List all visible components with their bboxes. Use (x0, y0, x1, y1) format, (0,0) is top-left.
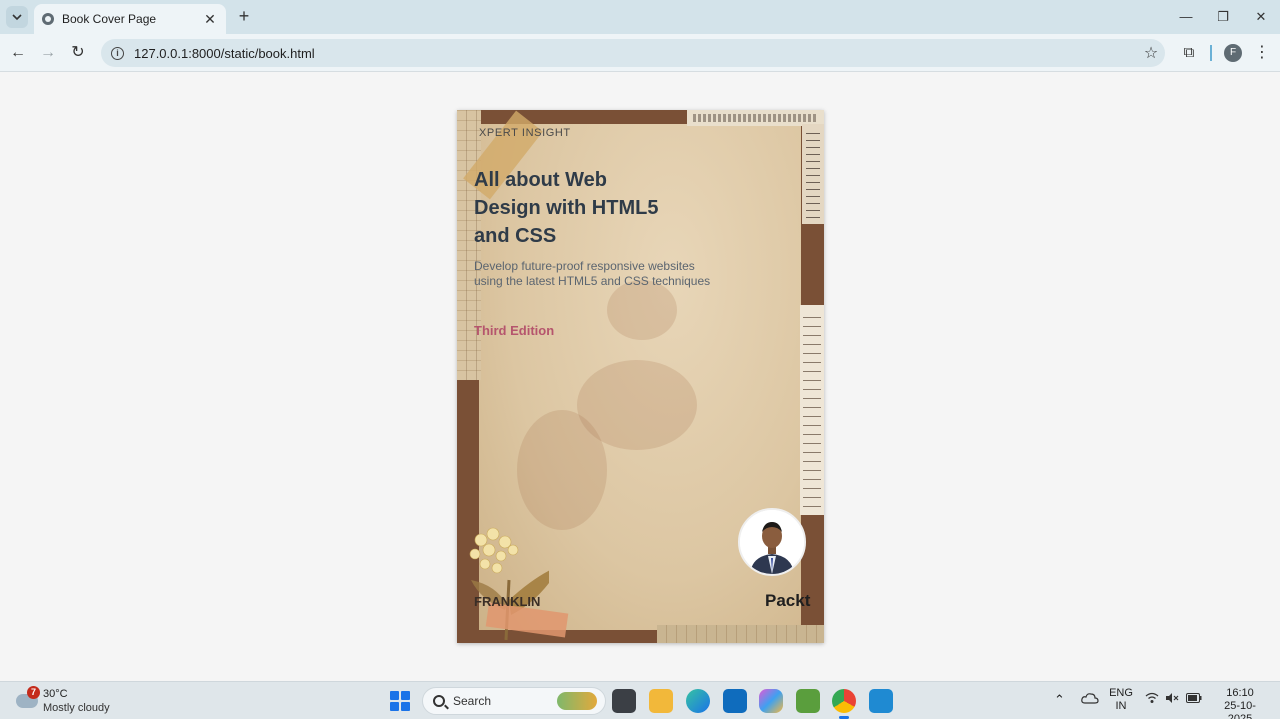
weather-widget[interactable]: 7 30°C Mostly cloudy (14, 686, 134, 716)
outlook-icon[interactable] (723, 689, 747, 713)
new-tab-button[interactable]: + (234, 6, 254, 26)
weather-badge: 7 (27, 686, 40, 699)
publisher-name: Packt (765, 591, 811, 610)
file-explorer-icon[interactable] (649, 689, 673, 713)
solitaire-icon[interactable] (796, 689, 820, 713)
onedrive-cloud-icon[interactable] (1081, 691, 1099, 705)
bookmark-star-icon[interactable]: ☆ (1137, 43, 1165, 63)
speaker-muted-icon[interactable] (1165, 692, 1179, 707)
ink-splash (607, 280, 677, 340)
language-indicator[interactable]: ENG IN (1108, 687, 1134, 713)
search-label: Search (453, 694, 492, 708)
tab-title: Book Cover Page (62, 12, 157, 26)
url-text[interactable]: 127.0.0.1:8000/static/book.html (134, 46, 1137, 61)
book-subtitle: Develop future-proof responsive websites… (474, 259, 711, 288)
clock-time: 16:10 (1226, 687, 1254, 699)
newspaper-scrap-right (800, 305, 824, 515)
browser-menu-icon[interactable]: ⋮ (1254, 42, 1270, 64)
temperature: 30°C (43, 688, 68, 700)
copilot-icon[interactable] (759, 689, 783, 713)
reload-button[interactable]: ↻ (67, 42, 89, 64)
series-label: XPERT INSIGHT (479, 127, 571, 139)
person-portrait-icon (740, 510, 804, 574)
maximize-button[interactable]: ❐ (1208, 6, 1238, 28)
wifi-icon[interactable] (1145, 692, 1159, 707)
book-author: FRANKLIN (474, 594, 541, 609)
newspaper-scrap-right-top (802, 124, 824, 224)
search-icon (433, 695, 445, 707)
toolbar-divider (1210, 45, 1212, 61)
site-info-icon[interactable]: i (111, 46, 124, 60)
clock-date: 25-10-2025 (1224, 700, 1256, 719)
author-photo (738, 508, 806, 576)
tab-book-cover[interactable]: Book Cover Page ✕ (34, 4, 226, 34)
ink-splash (517, 410, 607, 530)
address-bar[interactable]: i 127.0.0.1:8000/static/book.html ☆ (101, 39, 1165, 67)
show-hidden-icons-chevron-icon[interactable]: ⌃ (1054, 692, 1065, 708)
profile-avatar[interactable]: F (1224, 44, 1242, 62)
close-tab-button[interactable]: ✕ (202, 11, 218, 27)
windows-start-icon[interactable] (390, 691, 410, 711)
vscode-icon[interactable] (869, 689, 893, 713)
region-code: IN (1115, 700, 1127, 712)
book-title: All about Web Design with HTML5 and CSS (474, 169, 659, 247)
search-highlight-icon (557, 692, 597, 710)
task-view-icon[interactable] (612, 689, 636, 713)
taskbar-search[interactable]: Search (422, 687, 606, 715)
grid-paper-bottom (657, 625, 824, 643)
browser-toolbar: ← → ↻ i 127.0.0.1:8000/static/book.html … (0, 34, 1280, 72)
minimize-button[interactable]: — (1171, 6, 1201, 28)
close-window-button[interactable]: ✕ (1246, 6, 1276, 28)
edge-icon[interactable] (686, 689, 710, 713)
chevron-down-icon (12, 14, 22, 21)
taskbar: 7 30°C Mostly cloudy Search ⌃ ENG IN 16:… (0, 681, 1280, 719)
back-button[interactable]: ← (7, 42, 29, 64)
book-edition: Third Edition (474, 323, 555, 338)
weather-condition: Mostly cloudy (43, 702, 110, 714)
battery-icon[interactable] (1186, 693, 1202, 706)
extensions-icon[interactable]: ⧉ (1178, 42, 1200, 64)
forward-button[interactable]: → (37, 42, 59, 64)
chrome-icon[interactable] (832, 689, 856, 719)
book-cover: XPERT INSIGHT All about Web Design with … (457, 110, 824, 643)
language-code: ENG (1109, 687, 1133, 699)
tab-search-button[interactable] (6, 6, 28, 28)
clock[interactable]: 16:10 25-10-2025 (1212, 687, 1268, 719)
tab-strip: Book Cover Page ✕ + — ❐ ✕ (0, 0, 1280, 34)
globe-icon (42, 13, 54, 25)
